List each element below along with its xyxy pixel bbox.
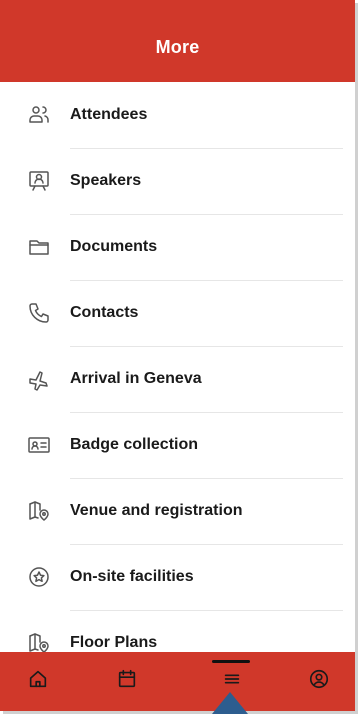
active-tab-indicator (212, 660, 250, 663)
menu-item-label: Venue and registration (70, 502, 243, 519)
folder-icon (27, 235, 51, 259)
page-title: More (155, 37, 200, 57)
menu-item-badge-collection[interactable]: Badge collection (0, 412, 355, 478)
menu-item-label: Attendees (70, 106, 148, 123)
menu-icon (221, 668, 243, 695)
tab-home[interactable] (2, 652, 73, 711)
tab-profile[interactable] (283, 652, 354, 711)
calendar-icon (116, 668, 138, 695)
pointer-arrow-icon (212, 692, 248, 714)
menu-item-contacts[interactable]: Contacts (0, 280, 355, 346)
star-circle-icon (27, 565, 51, 589)
menu-item-floor-plans[interactable]: Floor Plans (0, 610, 355, 652)
tab-agenda[interactable] (91, 652, 162, 711)
phone-icon (27, 301, 51, 325)
menu-item-label: Arrival in Geneva (70, 370, 202, 387)
badge-id-icon (27, 433, 51, 457)
app-header: More (0, 0, 355, 82)
menu-item-venue-and-registration[interactable]: Venue and registration (0, 478, 355, 544)
map-pin-icon (27, 499, 51, 523)
map-pin-icon (27, 631, 51, 652)
menu-item-label: Documents (70, 238, 158, 255)
menu-item-label: Speakers (70, 172, 142, 189)
speaker-podium-icon (27, 169, 51, 193)
menu-item-on-site-facilities[interactable]: On-site facilities (0, 544, 355, 610)
home-icon (27, 668, 49, 695)
menu-item-label: Floor Plans (70, 634, 158, 651)
airplane-icon (27, 367, 51, 391)
menu-item-attendees[interactable]: Attendees (0, 82, 355, 148)
menu-item-label: On-site facilities (70, 568, 194, 585)
menu-item-documents[interactable]: Documents (0, 214, 355, 280)
menu-list: Attendees Speakers Documents Contacts Ar… (0, 82, 355, 652)
menu-item-speakers[interactable]: Speakers (0, 148, 355, 214)
profile-icon (308, 668, 330, 695)
menu-item-label: Badge collection (70, 436, 199, 453)
menu-item-label: Contacts (70, 304, 139, 321)
app-frame: More Attendees Speakers Documents Contac… (0, 0, 355, 711)
people-icon (27, 103, 51, 127)
menu-item-arrival-in-geneva[interactable]: Arrival in Geneva (0, 346, 355, 412)
bottom-tab-bar (0, 652, 355, 711)
